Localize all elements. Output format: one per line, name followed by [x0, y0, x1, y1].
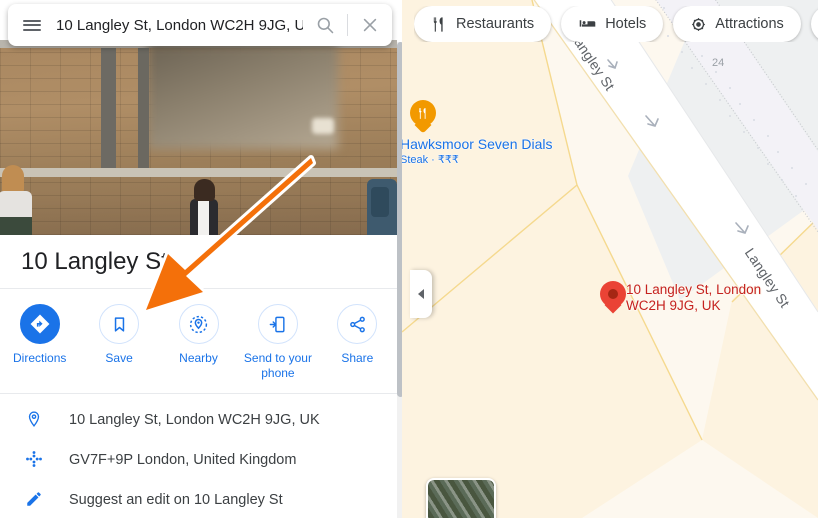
photo-person: [0, 165, 32, 235]
close-icon[interactable]: [348, 4, 392, 46]
chip-hotels[interactable]: Hotels: [561, 6, 664, 42]
chip-attractions[interactable]: Attractions: [673, 6, 801, 42]
map-poi-name: Hawksmoor Seven Dials: [402, 136, 553, 152]
google-maps-screen: Langley St Langley St 24 Hawksmoor Seven…: [0, 0, 818, 518]
map-vector-layer: [402, 0, 818, 518]
action-label: Directions: [13, 351, 67, 365]
chip-restaurants[interactable]: Restaurants: [414, 6, 552, 42]
info-row-text: Suggest an edit on 10 Langley St: [69, 492, 283, 508]
map-result-marker-icon[interactable]: [598, 281, 628, 321]
photo-person: [367, 171, 397, 235]
place-action-bar: Directions Save Nearby Send to your phon…: [0, 296, 397, 394]
info-row-plus-code[interactable]: GV7F+9P London, United Kingdom: [0, 440, 397, 480]
place-details-panel: 10 Langley St Directions Save Nearby Sen…: [0, 0, 402, 518]
photo-person: [188, 179, 220, 235]
plus-code-icon: [22, 447, 46, 471]
edit-pencil-icon: [22, 487, 46, 511]
attractions-icon: [690, 16, 707, 33]
place-hero-photo[interactable]: [0, 40, 397, 235]
chevron-left-icon: [418, 289, 424, 299]
page-title: 10 Langley St: [21, 247, 168, 275]
info-row-text: 10 Langley St, London WC2H 9JG, UK: [69, 412, 320, 428]
info-row-suggest-edit[interactable]: Suggest an edit on 10 Langley St: [0, 480, 397, 518]
directions-icon: [19, 304, 60, 344]
map-poi-hawksmoor[interactable]: Hawksmoor Seven Dials Steak · ₹₹₹: [402, 100, 553, 167]
nearby-button[interactable]: Nearby: [159, 296, 238, 393]
search-icon[interactable]: [303, 4, 347, 46]
photo-detail: [101, 48, 116, 174]
hamburger-menu-icon[interactable]: [8, 4, 56, 46]
search-bar: [8, 4, 392, 46]
photo-detail: [148, 44, 338, 149]
place-title-area: 10 Langley St: [0, 235, 397, 289]
info-row-address[interactable]: 10 Langley St, London WC2H 9JG, UK: [0, 400, 397, 440]
photo-detail: [138, 48, 149, 170]
action-label: Nearby: [179, 351, 218, 365]
action-label: Send to your phone: [243, 351, 312, 380]
map-poi-subtitle: Steak · ₹₹₹: [402, 154, 459, 166]
action-label: Share: [341, 351, 374, 365]
save-button[interactable]: Save: [79, 296, 158, 393]
chip-label: Hotels: [605, 16, 647, 32]
scrollbar-thumb[interactable]: [397, 42, 402, 397]
photo-detail: [312, 118, 334, 134]
map-canvas[interactable]: Langley St Langley St 24 Hawksmoor Seven…: [402, 0, 818, 518]
restaurant-icon: [431, 16, 448, 33]
send-to-phone-button[interactable]: Send to your phone: [238, 296, 317, 393]
map-layers-thumbnail[interactable]: [426, 478, 496, 518]
place-info-list: 10 Langley St, London WC2H 9JG, UK GV7F+…: [0, 400, 397, 518]
photo-detail: [0, 168, 397, 177]
collapse-panel-button[interactable]: [410, 270, 432, 318]
share-icon: [337, 304, 378, 344]
map-result-marker-label: 10 Langley St, London WC2H 9JG, UK: [626, 282, 762, 313]
share-button[interactable]: Share: [318, 296, 397, 393]
panel-scrollbar[interactable]: [397, 42, 402, 518]
category-chip-bar: Restaurants Hotels Attractions: [414, 6, 818, 42]
hotel-icon: [578, 16, 597, 33]
send-to-phone-icon: [257, 304, 298, 344]
bookmark-icon: [99, 304, 140, 344]
chip-label: Restaurants: [456, 16, 535, 32]
restaurant-pin-icon: [410, 100, 436, 134]
info-row-text: GV7F+9P London, United Kingdom: [69, 452, 297, 468]
chip-label: Attractions: [715, 16, 784, 32]
nearby-icon: [178, 304, 219, 344]
action-label: Save: [105, 351, 133, 365]
directions-button[interactable]: Directions: [0, 296, 79, 393]
chip-transit[interactable]: Transit: [810, 6, 818, 42]
search-input[interactable]: [56, 16, 303, 34]
place-pin-icon: [22, 407, 46, 431]
